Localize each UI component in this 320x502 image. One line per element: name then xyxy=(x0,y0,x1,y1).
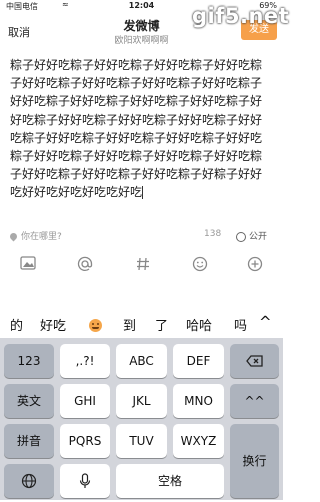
key-123[interactable]: 123 xyxy=(4,344,54,378)
candidate-item[interactable]: 到 xyxy=(123,315,136,334)
backspace-key[interactable] xyxy=(230,344,279,378)
globe-key[interactable] xyxy=(4,464,54,498)
candidate-item[interactable]: 哈哈 xyxy=(186,315,212,334)
compose-toolbar xyxy=(0,252,283,280)
key-jkl[interactable]: JKL xyxy=(116,384,167,418)
return-key[interactable]: 换行 xyxy=(230,424,279,498)
smile-emoji-icon xyxy=(89,319,102,332)
location-button[interactable]: 你在哪里? xyxy=(8,229,62,242)
char-count: 138 xyxy=(204,229,222,239)
mention-icon[interactable] xyxy=(73,256,97,272)
compose-textarea[interactable]: 粽子好好吃粽子好好吃粽子好好吃粽子好好吃粽子好好吃粽子好好吃粽子好好吃粽子好好吃… xyxy=(10,56,272,202)
mic-key[interactable] xyxy=(60,464,110,498)
key-tuv[interactable]: TUV xyxy=(116,424,167,458)
keyboard: 123 ,.?! ABC DEF 英文 GHI JKL MNO ^^ 拼音 PQ… xyxy=(0,338,283,500)
globe-icon xyxy=(236,231,246,242)
visibility-button[interactable]: 公开 xyxy=(236,229,267,242)
text-caret xyxy=(142,186,144,200)
candidate-item[interactable]: 了 xyxy=(155,315,168,334)
key-punct[interactable]: ,.?! xyxy=(60,344,110,378)
key-wxyz[interactable]: WXYZ xyxy=(173,424,224,458)
key-english[interactable]: 英文 xyxy=(4,384,54,418)
image-icon[interactable] xyxy=(16,256,40,270)
key-mno[interactable]: MNO xyxy=(173,384,224,418)
candidate-item[interactable]: 好吃 xyxy=(40,315,66,334)
visibility-label: 公开 xyxy=(249,232,268,242)
hashtag-icon[interactable] xyxy=(131,256,155,272)
key-abc[interactable]: ABC xyxy=(116,344,167,378)
expand-candidates-button[interactable]: ^ xyxy=(259,313,272,331)
candidate-item[interactable]: 的 xyxy=(10,315,23,334)
backspace-icon xyxy=(245,355,263,367)
space-key[interactable]: 空格 xyxy=(116,464,224,498)
location-label: 你在哪里? xyxy=(21,232,62,242)
mic-icon xyxy=(79,473,91,488)
candidate-bar: 的 好吃 到 了 哈哈 吗 ^ xyxy=(0,312,283,336)
key-pinyin[interactable]: 拼音 xyxy=(4,424,54,458)
add-icon[interactable] xyxy=(243,256,267,272)
key-def[interactable]: DEF xyxy=(173,344,224,378)
watermark: gif5.net xyxy=(192,4,290,28)
key-emoticon[interactable]: ^^ xyxy=(230,384,279,418)
emoji-icon[interactable] xyxy=(188,256,212,272)
globe-icon xyxy=(21,473,37,489)
location-pin-icon xyxy=(8,231,19,242)
candidate-item[interactable]: 吗 xyxy=(234,315,247,334)
compose-meta-row: 你在哪里? 138 公开 xyxy=(0,228,283,244)
key-ghi[interactable]: GHI xyxy=(60,384,110,418)
compose-text: 粽子好好吃粽子好好吃粽子好好吃粽子好好吃粽子好好吃粽子好好吃粽子好好吃粽子好好吃… xyxy=(10,58,263,200)
key-pqrs[interactable]: PQRS xyxy=(60,424,110,458)
